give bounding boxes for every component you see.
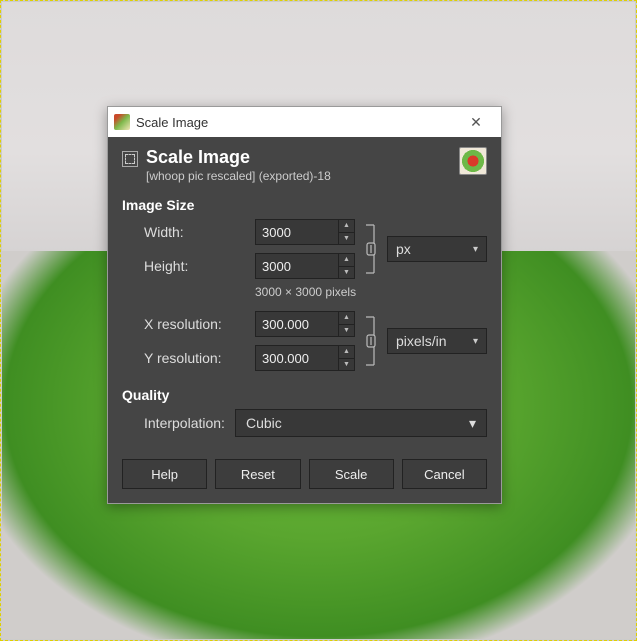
- chevron-down-icon[interactable]: ▼: [339, 359, 354, 371]
- titlebar[interactable]: Scale Image ✕: [108, 107, 501, 137]
- xres-stepper[interactable]: ▲ ▼: [338, 312, 354, 336]
- width-field[interactable]: [256, 220, 338, 244]
- yres-field[interactable]: [256, 346, 338, 370]
- interpolation-select[interactable]: Cubic ▾: [235, 409, 487, 437]
- chevron-down-icon: ▾: [473, 336, 478, 347]
- xres-field[interactable]: [256, 312, 338, 336]
- pixel-dimensions: 3000 × 3000 pixels: [255, 285, 487, 299]
- help-button[interactable]: Help: [122, 459, 207, 489]
- close-button[interactable]: ✕: [455, 108, 497, 136]
- window-title: Scale Image: [136, 115, 449, 130]
- scale-button[interactable]: Scale: [309, 459, 394, 489]
- interpolation-value: Cubic: [246, 415, 282, 431]
- size-unit-value: px: [396, 241, 411, 257]
- button-row: Help Reset Scale Cancel: [122, 459, 487, 489]
- image-thumbnail: [459, 147, 487, 175]
- chevron-down-icon[interactable]: ▼: [339, 267, 354, 279]
- chain-icon: [362, 313, 380, 369]
- yres-stepper[interactable]: ▲ ▼: [338, 346, 354, 370]
- res-link-chain[interactable]: [361, 313, 381, 369]
- xres-input[interactable]: ▲ ▼: [255, 311, 355, 337]
- yres-label: Y resolution:: [144, 350, 249, 366]
- height-input[interactable]: ▲ ▼: [255, 253, 355, 279]
- interpolation-row: Interpolation: Cubic ▾: [144, 409, 487, 437]
- image-canvas: Scale Image ✕ Scale Image [whoop pic res…: [0, 0, 637, 641]
- chevron-down-icon[interactable]: ▼: [339, 325, 354, 337]
- chevron-down-icon: ▾: [469, 415, 476, 432]
- dialog-title: Scale Image: [146, 147, 451, 168]
- scale-icon: [122, 151, 138, 167]
- quality-label: Quality: [122, 387, 487, 403]
- dialog-body: Scale Image [whoop pic rescaled] (export…: [108, 137, 501, 503]
- height-label: Height:: [144, 258, 249, 274]
- chevron-up-icon[interactable]: ▲: [339, 312, 354, 325]
- chevron-down-icon[interactable]: ▼: [339, 233, 354, 245]
- reset-button[interactable]: Reset: [215, 459, 300, 489]
- image-size-label: Image Size: [122, 197, 487, 213]
- image-size-grid: Width: ▲ ▼ px ▾: [144, 219, 487, 371]
- width-stepper[interactable]: ▲ ▼: [338, 220, 354, 244]
- size-link-chain[interactable]: [361, 221, 381, 277]
- chevron-down-icon: ▾: [473, 244, 478, 255]
- res-unit-select[interactable]: pixels/in ▾: [387, 328, 487, 354]
- size-unit-select[interactable]: px ▾: [387, 236, 487, 262]
- xres-label: X resolution:: [144, 316, 249, 332]
- res-unit-value: pixels/in: [396, 333, 447, 349]
- width-label: Width:: [144, 224, 249, 240]
- width-input[interactable]: ▲ ▼: [255, 219, 355, 245]
- cancel-button[interactable]: Cancel: [402, 459, 487, 489]
- chevron-up-icon[interactable]: ▲: [339, 346, 354, 359]
- chevron-up-icon[interactable]: ▲: [339, 220, 354, 233]
- dialog-header: Scale Image [whoop pic rescaled] (export…: [122, 147, 487, 183]
- dialog-subtitle: [whoop pic rescaled] (exported)-18: [146, 169, 451, 183]
- chevron-up-icon[interactable]: ▲: [339, 254, 354, 267]
- close-icon: ✕: [470, 114, 482, 131]
- chain-icon: [362, 221, 380, 277]
- height-stepper[interactable]: ▲ ▼: [338, 254, 354, 278]
- app-icon: [114, 114, 130, 130]
- yres-input[interactable]: ▲ ▼: [255, 345, 355, 371]
- interpolation-label: Interpolation:: [144, 415, 225, 431]
- height-field[interactable]: [256, 254, 338, 278]
- scale-image-dialog: Scale Image ✕ Scale Image [whoop pic res…: [107, 106, 502, 504]
